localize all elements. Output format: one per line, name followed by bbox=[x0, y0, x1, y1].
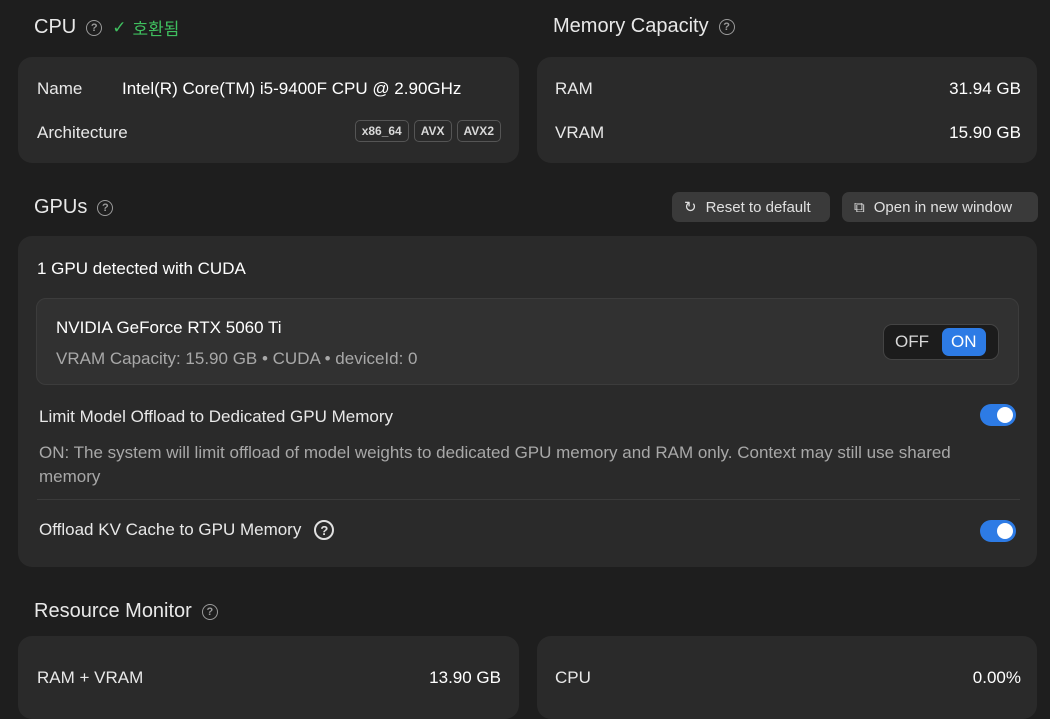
gpu-item: NVIDIA GeForce RTX 5060 Ti VRAM Capacity… bbox=[36, 298, 1019, 385]
ram-value: 31.94 GB bbox=[949, 79, 1021, 98]
gpu-enable-toggle[interactable]: OFF ON bbox=[883, 324, 999, 360]
arch-tag: x86_64 bbox=[354, 120, 409, 142]
reset-label: Reset to default bbox=[705, 198, 811, 216]
cpu-card: Name Intel(R) Core(TM) i5-9400F CPU @ 2.… bbox=[18, 57, 519, 163]
limit-offload-toggle[interactable] bbox=[980, 404, 1016, 426]
toggle-on-option[interactable]: ON bbox=[942, 328, 986, 356]
gpus-card: 1 GPU detected with CUDA NVIDIA GeForce … bbox=[18, 236, 1037, 567]
memory-section-title: Memory Capacity ? bbox=[553, 15, 735, 38]
ram-label: RAM bbox=[555, 79, 593, 98]
vram-label: VRAM bbox=[555, 123, 605, 142]
cpu-name-label: Name bbox=[37, 79, 83, 98]
help-icon[interactable]: ? bbox=[314, 520, 335, 540]
kv-cache-label: Offload KV Cache to GPU Memory bbox=[39, 520, 302, 539]
help-icon[interactable]: ? bbox=[97, 199, 114, 216]
gpus-section-title: GPUs ? bbox=[34, 196, 114, 219]
memory-card: RAM 31.94 GB VRAM 15.90 GB bbox=[537, 57, 1037, 163]
gpu-detected-text: 1 GPU detected with CUDA bbox=[37, 259, 246, 278]
help-icon[interactable]: ? bbox=[86, 19, 103, 36]
gpu-details: VRAM Capacity: 15.90 GB • CUDA • deviceI… bbox=[56, 349, 418, 368]
cpu-title: CPU bbox=[34, 16, 77, 38]
open-in-new-window-button[interactable]: ⧉ Open in new window bbox=[842, 192, 1038, 222]
toggle-off-option[interactable]: OFF bbox=[886, 328, 938, 356]
cpu-section-title: CPU ? ✓ 호환됨 bbox=[34, 15, 179, 40]
kv-cache-toggle[interactable] bbox=[980, 520, 1016, 542]
arch-tag: AVX2 bbox=[456, 120, 501, 142]
arch-tag: AVX bbox=[413, 120, 452, 142]
ram-vram-value: 13.90 GB bbox=[429, 668, 501, 687]
gpu-name: NVIDIA GeForce RTX 5060 Ti bbox=[56, 318, 282, 337]
cpu-usage-label: CPU bbox=[555, 668, 591, 687]
limit-offload-description: ON: The system will limit offload of mod… bbox=[39, 443, 951, 486]
reset-icon: ↻ bbox=[684, 199, 697, 216]
cpu-usage-value: 0.00% bbox=[972, 668, 1021, 687]
resource-title: Resource Monitor bbox=[34, 600, 192, 622]
open-window-label: Open in new window bbox=[873, 198, 1013, 216]
arch-tags: x86_64 AVX AVX2 bbox=[350, 120, 501, 142]
cpu-arch-label: Architecture bbox=[37, 123, 128, 142]
open-window-icon: ⧉ bbox=[854, 198, 865, 216]
kv-cache-row: Offload KV Cache to GPU Memory ? bbox=[39, 520, 335, 540]
resource-section-title: Resource Monitor ? bbox=[34, 600, 218, 623]
help-icon[interactable]: ? bbox=[201, 603, 218, 620]
memory-title: Memory Capacity bbox=[553, 15, 709, 37]
help-icon[interactable]: ? bbox=[718, 18, 735, 35]
limit-offload-label: Limit Model Offload to Dedicated GPU Mem… bbox=[39, 407, 393, 426]
compat-label: 호환됨 bbox=[132, 20, 180, 39]
vram-value: 15.90 GB bbox=[949, 123, 1021, 142]
ram-vram-card: RAM + VRAM 13.90 GB bbox=[18, 636, 519, 719]
cpu-usage-card: CPU 0.00% bbox=[537, 636, 1037, 719]
check-icon: ✓ bbox=[112, 17, 127, 37]
ram-vram-label: RAM + VRAM bbox=[37, 668, 144, 687]
compat-status: ✓ 호환됨 bbox=[112, 15, 179, 40]
gpus-title: GPUs bbox=[34, 196, 88, 218]
cpu-name-value: Intel(R) Core(TM) i5-9400F CPU @ 2.90GHz bbox=[122, 79, 462, 98]
reset-to-default-button[interactable]: ↻ Reset to default bbox=[672, 192, 830, 222]
divider bbox=[37, 499, 1020, 500]
